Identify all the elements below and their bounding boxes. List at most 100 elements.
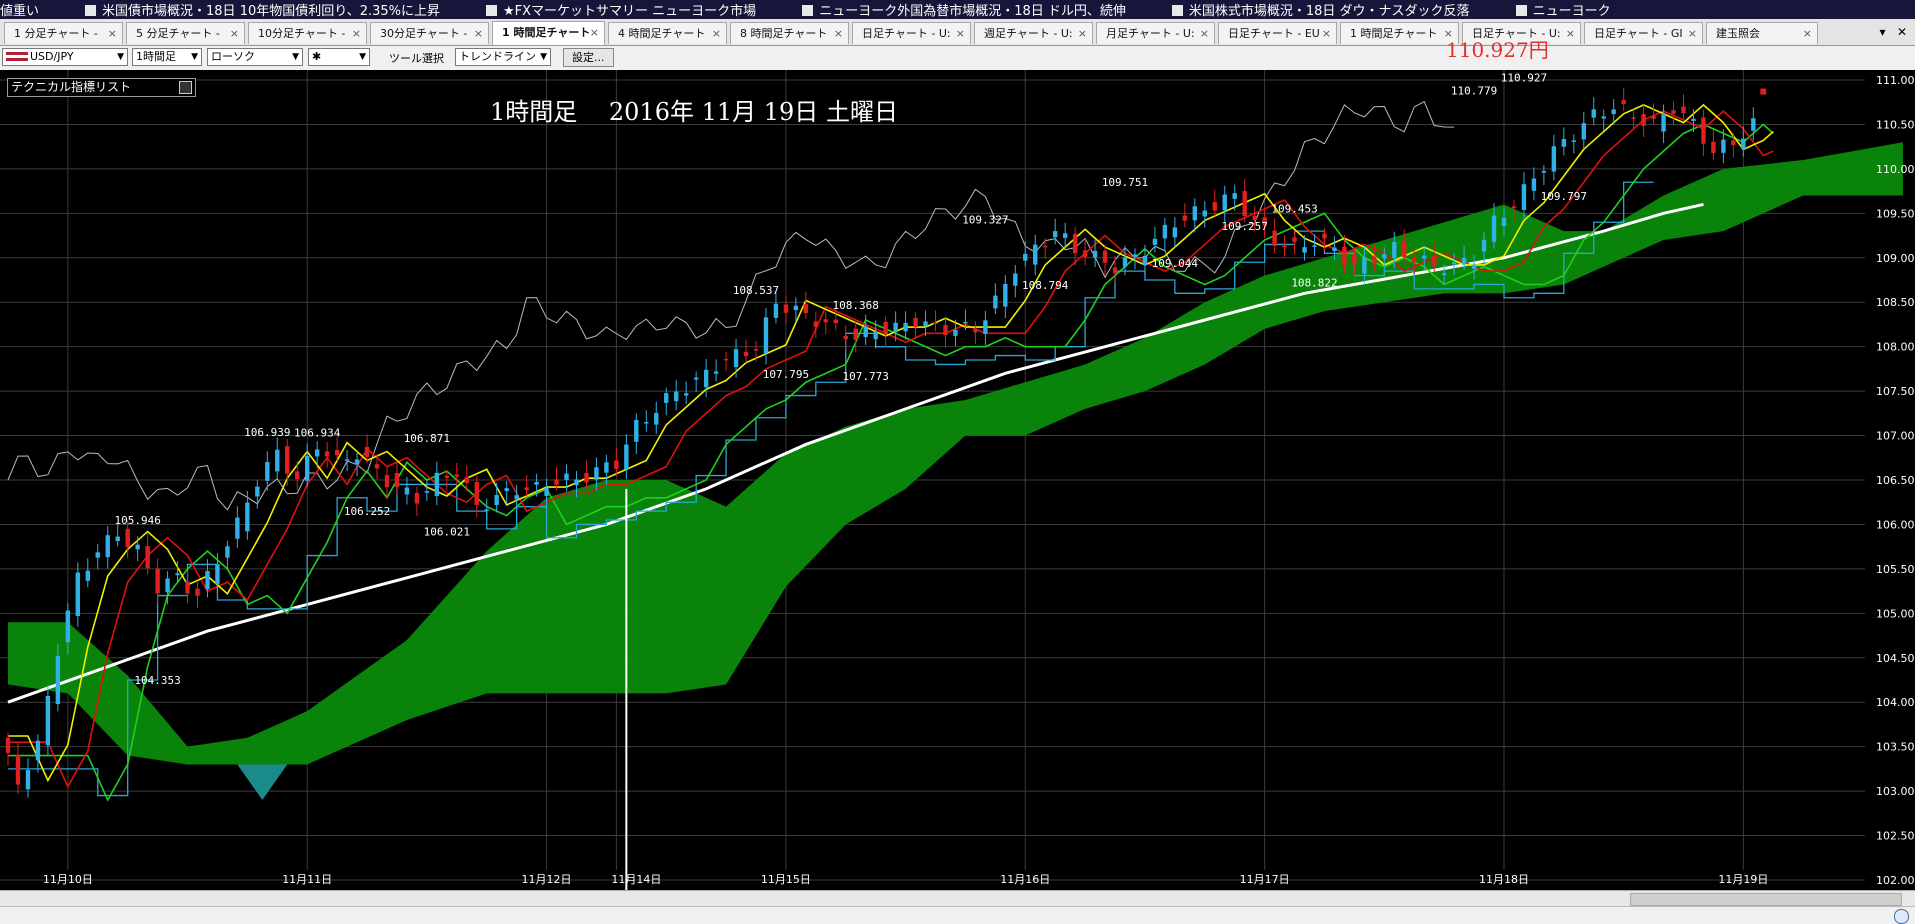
candle: [1122, 257, 1128, 267]
tab-chart-11[interactable]: 日足チャート - EU ×: [1218, 22, 1337, 44]
candle: [25, 770, 31, 790]
tab-chart-10[interactable]: 月足チャート - U: ×: [1096, 22, 1215, 44]
chart-canvas[interactable]: 105.946 104.353 106.939 106.934 106.252 106.8…: [0, 70, 1915, 890]
tab-chart-4[interactable]: 30分足チャート - ×: [370, 22, 489, 44]
close-tab-icon[interactable]: ×: [230, 23, 239, 44]
candle: [155, 568, 160, 594]
candle: [474, 482, 479, 506]
status-bar: [0, 906, 1915, 924]
ticker-text: ★FXマーケットサマリー ニューヨーク市場: [503, 4, 757, 19]
tab-chart-3[interactable]: 10分足チャート - ×: [248, 22, 367, 44]
tab-chart-8[interactable]: 日足チャート - U: ×: [852, 22, 971, 44]
close-tab-icon[interactable]: ×: [474, 23, 483, 44]
y-axis-tick-label: 108.50: [1876, 296, 1915, 309]
candle: [1741, 138, 1746, 149]
candle: [55, 655, 61, 705]
tab-label: 30分足チャート -: [380, 27, 468, 40]
close-tab-icon[interactable]: ×: [1566, 23, 1575, 44]
news-icon: [1171, 5, 1183, 16]
candle: [1541, 170, 1547, 173]
close-tab-icon[interactable]: ×: [712, 23, 721, 44]
candle: [1422, 255, 1427, 259]
tab-chart-5[interactable]: 1 時間足チャート ×: [492, 21, 605, 45]
candle: [1471, 264, 1477, 269]
close-tab-icon[interactable]: ×: [590, 22, 599, 43]
horizontal-scrollbar[interactable]: [0, 890, 1915, 907]
candle: [1491, 215, 1497, 242]
close-tab-icon[interactable]: ×: [1803, 23, 1812, 44]
candle: [235, 517, 240, 539]
currency-pair-select[interactable]: USD/JPY ▼: [2, 48, 128, 66]
chart-style-select[interactable]: ローソク ▼: [207, 48, 303, 66]
extreme-price-label: 109.797: [1541, 190, 1587, 203]
candle: [903, 322, 908, 332]
close-tab-icon[interactable]: ×: [834, 23, 843, 44]
tab-chart-7[interactable]: 8 時間足チャート ×: [730, 22, 849, 44]
candle: [1481, 239, 1487, 252]
candle: [1142, 255, 1148, 265]
y-axis-tick-label: 104.00: [1876, 696, 1915, 709]
close-tab-icon[interactable]: ×: [108, 23, 117, 44]
candle: [524, 487, 529, 491]
candle: [1202, 210, 1207, 217]
candle: [634, 419, 639, 442]
tab-chart-1[interactable]: 1 分足チャート - ×: [4, 22, 123, 44]
candle: [434, 472, 440, 496]
ticker-text: 値重い: [0, 4, 40, 19]
close-tab-icon[interactable]: ×: [956, 23, 965, 44]
close-tab-icon[interactable]: ×: [1322, 23, 1331, 44]
indicator-list-toggle-icon[interactable]: [179, 81, 192, 94]
y-axis-tick-label: 105.00: [1876, 607, 1915, 620]
candle: [1671, 110, 1676, 114]
close-tab-icon[interactable]: ×: [1688, 23, 1697, 44]
ticker-item[interactable]: 値重い: [0, 2, 39, 19]
tab-chart-9[interactable]: 週足チャート - U: ×: [974, 22, 1093, 44]
extreme-price-label: 109.327: [962, 214, 1008, 227]
close-tab-icon[interactable]: ×: [1200, 23, 1209, 44]
ticker-item[interactable]: ★FXマーケットサマリー ニューヨーク市場: [486, 2, 756, 19]
candle: [1601, 116, 1606, 119]
candle: [265, 462, 270, 481]
close-window-icon[interactable]: ✕: [1897, 25, 1907, 39]
candle: [693, 377, 699, 380]
technical-indicator-list[interactable]: テクニカル指標リスト: [7, 78, 196, 97]
ticker-item[interactable]: 米国債市場概況・18日 10年物国債利回り、2.35%に上昇: [85, 2, 440, 19]
candle: [1072, 233, 1078, 254]
tab-chart-15[interactable]: 建玉照会 ×: [1706, 22, 1818, 44]
line-style-select[interactable]: ✱ ▼: [308, 48, 370, 66]
close-tab-icon[interactable]: ×: [1078, 23, 1087, 44]
candle: [833, 319, 838, 324]
candle: [743, 351, 749, 357]
news-icon: [85, 5, 97, 16]
candle: [504, 488, 509, 492]
candle: [1402, 241, 1407, 257]
ticker-item[interactable]: 米国株式市場概況・18日 ダウ・ナスダック反落: [1171, 2, 1470, 19]
close-tab-icon[interactable]: ×: [352, 23, 361, 44]
x-axis-tick-label: 11月18日: [1479, 873, 1529, 886]
candle: [1681, 106, 1686, 114]
timeframe-select[interactable]: 1時間足 ▼: [132, 48, 202, 66]
candle: [763, 317, 769, 354]
tab-chart-6[interactable]: 4 時間足チャート ×: [608, 22, 727, 44]
price-chart[interactable]: 105.946 104.353 106.939 106.934 106.252 106.8…: [0, 70, 1915, 890]
tab-chart-14[interactable]: 日足チャート - GI ×: [1584, 22, 1703, 44]
tab-chart-2[interactable]: 5 分足チャート - ×: [126, 22, 245, 44]
candle: [793, 305, 799, 311]
settings-button[interactable]: 設定...: [563, 48, 614, 67]
candle: [1043, 245, 1048, 248]
candle: [614, 460, 619, 469]
ticker-item[interactable]: ニューヨーク外国為替市場概況・18日 ドル円、続伸: [802, 2, 1126, 19]
ticker-item[interactable]: ニューヨーク: [1515, 2, 1611, 19]
candle: [1362, 257, 1367, 274]
candle: [1661, 113, 1666, 132]
candle: [514, 495, 519, 500]
tab-menu-icon[interactable]: ▾: [1879, 25, 1885, 39]
drawing-tool-select[interactable]: トレンドライン ▼: [455, 48, 551, 66]
candle: [195, 588, 200, 596]
scrollbar-thumb[interactable]: [1630, 893, 1902, 906]
extreme-price-label: 109.257: [1222, 220, 1268, 233]
tab-chart-12[interactable]: 1 時間足チャート ×: [1340, 22, 1459, 44]
candle: [1342, 246, 1347, 265]
candle: [1531, 178, 1537, 191]
candle: [1082, 250, 1088, 258]
